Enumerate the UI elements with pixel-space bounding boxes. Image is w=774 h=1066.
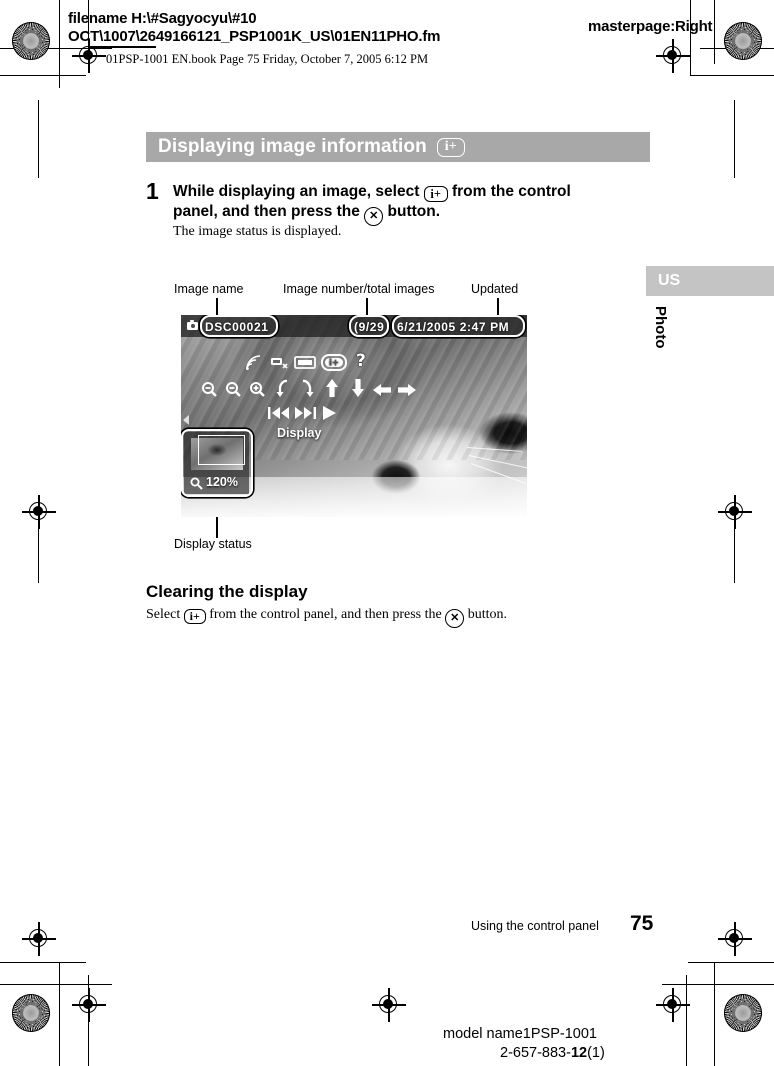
step-instruction: While displaying an image, select i+ fro…: [173, 182, 623, 227]
cross-button-icon: ✕: [364, 207, 384, 227]
print-part-number: 2-657-883-12(1): [500, 1045, 605, 1061]
highlight-ring-updated: [392, 315, 525, 337]
highlight-ring-image-number: [349, 315, 389, 337]
next-icon[interactable]: [294, 407, 316, 422]
image-info-icon[interactable]: i+: [321, 354, 347, 374]
pan-right-icon[interactable]: [398, 383, 416, 400]
registration-starburst-top-right: [724, 22, 762, 60]
crop-rule-bottom-right-h: [662, 984, 774, 985]
registration-mark-bottom-left-2: [72, 988, 106, 1022]
slideshow-icon[interactable]: [294, 355, 316, 373]
highlight-ring-display-status: [181, 429, 253, 497]
print-book-line: 01PSP-1001 EN.book Page 75 Friday, Octob…: [106, 52, 429, 66]
wireless-icon[interactable]: [245, 355, 262, 374]
image-info-inline-icon: i+: [423, 186, 448, 203]
camera-icon: [187, 320, 198, 330]
registration-starburst-bottom-right: [724, 994, 762, 1032]
zoom-reset-icon[interactable]: [201, 381, 218, 401]
clearing-text-part3: button.: [467, 607, 507, 622]
print-masterpage: masterpage:Right: [588, 18, 713, 35]
part-number-prefix: 2-657-883-: [500, 1045, 571, 1061]
image-info-badge-icon: i+: [436, 137, 465, 157]
zoom-out-icon[interactable]: [225, 381, 242, 401]
section-header-bar: Displaying image information i+: [146, 132, 650, 162]
callout-updated: Updated: [471, 282, 519, 296]
svg-text:i+: i+: [329, 359, 339, 369]
highlight-ring-image-name: [200, 315, 278, 337]
step-result-text: The image status is displayed.: [173, 224, 342, 239]
callout-display-status: Display status: [174, 537, 252, 551]
step-text-line2-part2: button.: [387, 203, 441, 221]
section-title: Displaying image information: [158, 136, 427, 157]
print-filename-line1: filename H:\#Sagyocyu\#10: [68, 10, 257, 27]
registration-mark-bottom-center: [372, 988, 406, 1022]
header-underline: [88, 46, 156, 48]
previous-icon[interactable]: [268, 407, 290, 422]
clearing-body-text: Select i+ from the control panel, and th…: [146, 607, 616, 628]
registration-mark-mid-left: [22, 495, 56, 529]
callout-image-number: Image number/total images: [283, 282, 435, 296]
part-number-bold: 12: [570, 1045, 588, 1061]
image-info-inline-icon-2: i+: [183, 608, 206, 624]
callout-leader-image-name: [216, 298, 218, 316]
crop-rule-top-right-v2: [690, 0, 691, 76]
control-panel-selected-label: Display: [277, 426, 322, 440]
clearing-text-part1: Select: [146, 607, 181, 622]
part-number-suffix: (1): [587, 1045, 605, 1061]
network-icon[interactable]: [270, 355, 288, 373]
pan-down-icon[interactable]: [351, 379, 365, 400]
trim-rule-left: [38, 100, 39, 178]
play-icon[interactable]: [322, 406, 337, 423]
callout-leader-updated: [497, 298, 499, 316]
registration-mark-bottom-right-2: [656, 988, 690, 1022]
footer-running-head: Using the control panel: [471, 919, 599, 933]
crop-rule-top-left-h2: [0, 75, 86, 76]
callout-leader-image-number: [366, 298, 368, 316]
trim-rule-right: [734, 100, 735, 178]
help-icon[interactable]: ?: [356, 353, 366, 370]
side-tab-region: US: [646, 266, 774, 296]
registration-starburst-top-left: [12, 22, 50, 60]
clearing-heading: Clearing the display: [146, 582, 308, 601]
psp-screen-illustration: DSC00021 (9/29 6/21/2005 2:47 PM i+ ? Di…: [181, 315, 527, 517]
zoom-in-icon[interactable]: [249, 381, 266, 401]
rotate-left-icon[interactable]: [276, 379, 290, 401]
footer-page-number: 75: [630, 912, 654, 935]
registration-mark-mid-right: [718, 495, 752, 529]
crop-rule-bottom-left-v2: [59, 962, 60, 1066]
print-model-name: model name1PSP-1001: [443, 1026, 597, 1042]
step-number: 1: [146, 178, 159, 204]
clearing-text-part2: from the control panel, and then press t…: [209, 607, 442, 622]
cross-button-icon-2: ✕: [445, 609, 465, 628]
side-tab-chapter: Photo: [652, 306, 669, 349]
crop-rule-bottom-left-h: [0, 984, 112, 985]
print-filename-line2: OCT\1007\2649166121_PSP1001K_US\01EN11PH…: [68, 28, 441, 45]
step-text-part1: While displaying an image, select: [173, 183, 420, 200]
registration-mark-bottom-right: [718, 922, 752, 956]
pan-up-icon[interactable]: [325, 379, 339, 400]
scroll-left-indicator-icon: [183, 415, 189, 425]
side-tab-region-label: US: [658, 272, 681, 289]
registration-starburst-bottom-left: [12, 994, 50, 1032]
step-text-part2: from the control: [451, 183, 571, 200]
registration-mark-top-right: [656, 39, 690, 73]
registration-mark-bottom-left: [22, 922, 56, 956]
rotate-right-icon[interactable]: [300, 379, 314, 401]
crop-rule-bottom-left-h2: [0, 962, 86, 963]
pan-left-icon[interactable]: [373, 383, 391, 400]
crop-rule-bottom-right-h2: [688, 962, 774, 963]
callout-image-name: Image name: [174, 282, 244, 296]
crop-rule-top-right-v: [714, 0, 715, 64]
crop-rule-top-right-h2: [690, 75, 774, 76]
crop-rule-bottom-right-v2: [714, 962, 715, 1066]
crop-rule-top-left-v2: [59, 0, 60, 88]
step-text-line2-part1: panel, and then press the: [173, 203, 360, 221]
